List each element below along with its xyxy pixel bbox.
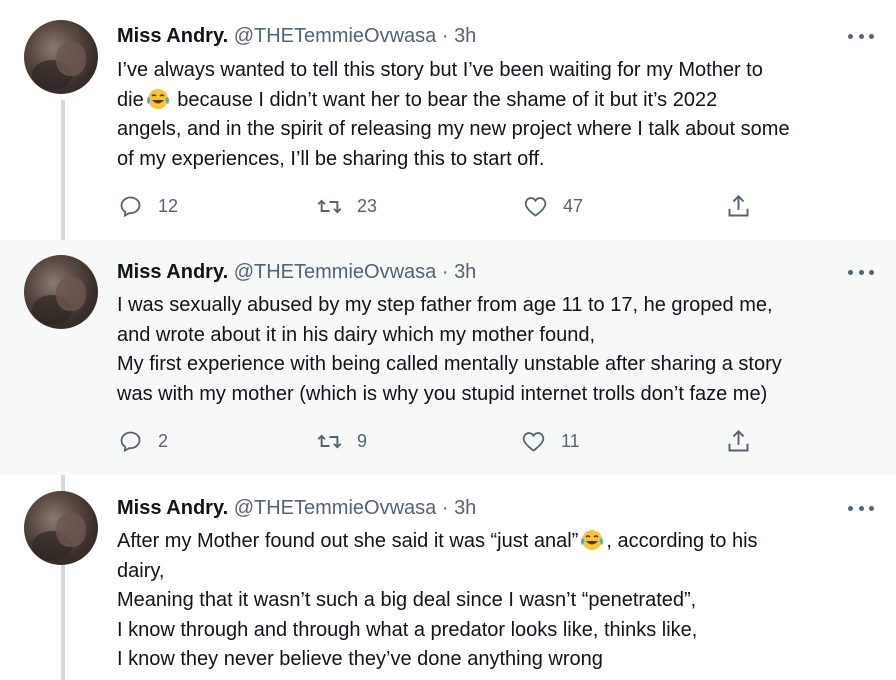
more-horizontal-icon <box>848 505 853 511</box>
retweet-button[interactable]: 23 <box>316 193 377 220</box>
display-name[interactable]: Miss Andry. <box>117 497 228 519</box>
more-options-button[interactable] <box>848 26 874 46</box>
reply-count: 2 <box>158 431 169 451</box>
display-name[interactable]: Miss Andry. <box>117 261 228 283</box>
tweet-thread: Miss Andry. @THETemmieOvwasa · 3h I’ve a… <box>0 0 896 680</box>
separator-dot: · <box>441 497 449 519</box>
timestamp[interactable]: 3h <box>454 497 476 519</box>
display-name[interactable]: Miss Andry. <box>117 25 228 47</box>
reply-button[interactable]: 12 <box>117 193 178 220</box>
tweet-text: After my Mother found out she said it wa… <box>117 530 758 670</box>
user-handle[interactable]: @THETemmieOvwasa <box>234 25 437 47</box>
timestamp[interactable]: 3h <box>454 25 476 47</box>
separator-dot: · <box>441 25 449 47</box>
avatar[interactable] <box>24 20 98 94</box>
more-horizontal-icon <box>848 33 853 39</box>
like-count: 11 <box>561 431 580 451</box>
reply-icon <box>120 431 141 453</box>
face-with-tears-of-joy-emoji <box>146 88 169 109</box>
avatar[interactable] <box>24 255 98 329</box>
more-options-button[interactable] <box>848 498 874 518</box>
tweet-text: I was sexually abused by my step father … <box>117 294 782 405</box>
retweet-count: 23 <box>357 196 378 216</box>
tweet-2[interactable]: Miss Andry. @THETemmieOvwasa · 3h I was … <box>0 240 896 475</box>
tweet-actions: 12 23 47 <box>117 193 857 223</box>
tweet-actions: 2 9 11 <box>117 428 857 458</box>
face-with-tears-of-joy-emoji <box>581 530 604 550</box>
heart-icon <box>522 432 545 452</box>
retweet-count: 9 <box>357 431 368 451</box>
retweet-button[interactable]: 9 <box>316 428 367 455</box>
like-button[interactable]: 47 <box>522 193 583 220</box>
like-count: 47 <box>563 196 584 216</box>
tweet-text: I’ve always wanted to tell this story bu… <box>117 59 790 170</box>
share-button[interactable] <box>725 428 752 455</box>
share-icon <box>728 430 749 452</box>
like-button[interactable]: 11 <box>520 428 580 455</box>
share-icon <box>728 195 749 217</box>
tweet-1[interactable]: Miss Andry. @THETemmieOvwasa · 3h I’ve a… <box>0 0 896 240</box>
heart-icon <box>524 197 547 217</box>
more-horizontal-icon <box>848 269 853 275</box>
user-handle[interactable]: @THETemmieOvwasa <box>234 261 437 283</box>
separator-dot: · <box>441 261 449 283</box>
user-handle[interactable]: @THETemmieOvwasa <box>234 497 437 519</box>
reply-button[interactable]: 2 <box>117 428 168 455</box>
more-options-button[interactable] <box>848 262 874 282</box>
tweet-header: Miss Andry. @THETemmieOvwasa · 3h <box>117 496 476 520</box>
reply-icon <box>120 196 141 218</box>
tweet-3[interactable]: Miss Andry. @THETemmieOvwasa · 3h After … <box>0 475 896 680</box>
timestamp[interactable]: 3h <box>454 261 476 283</box>
reply-count: 12 <box>158 196 179 216</box>
retweet-icon <box>317 199 342 214</box>
avatar[interactable] <box>24 491 98 565</box>
tweet-header: Miss Andry. @THETemmieOvwasa · 3h <box>117 24 476 48</box>
tweet-header: Miss Andry. @THETemmieOvwasa · 3h <box>117 260 476 284</box>
retweet-icon <box>317 434 342 449</box>
share-button[interactable] <box>725 193 752 220</box>
